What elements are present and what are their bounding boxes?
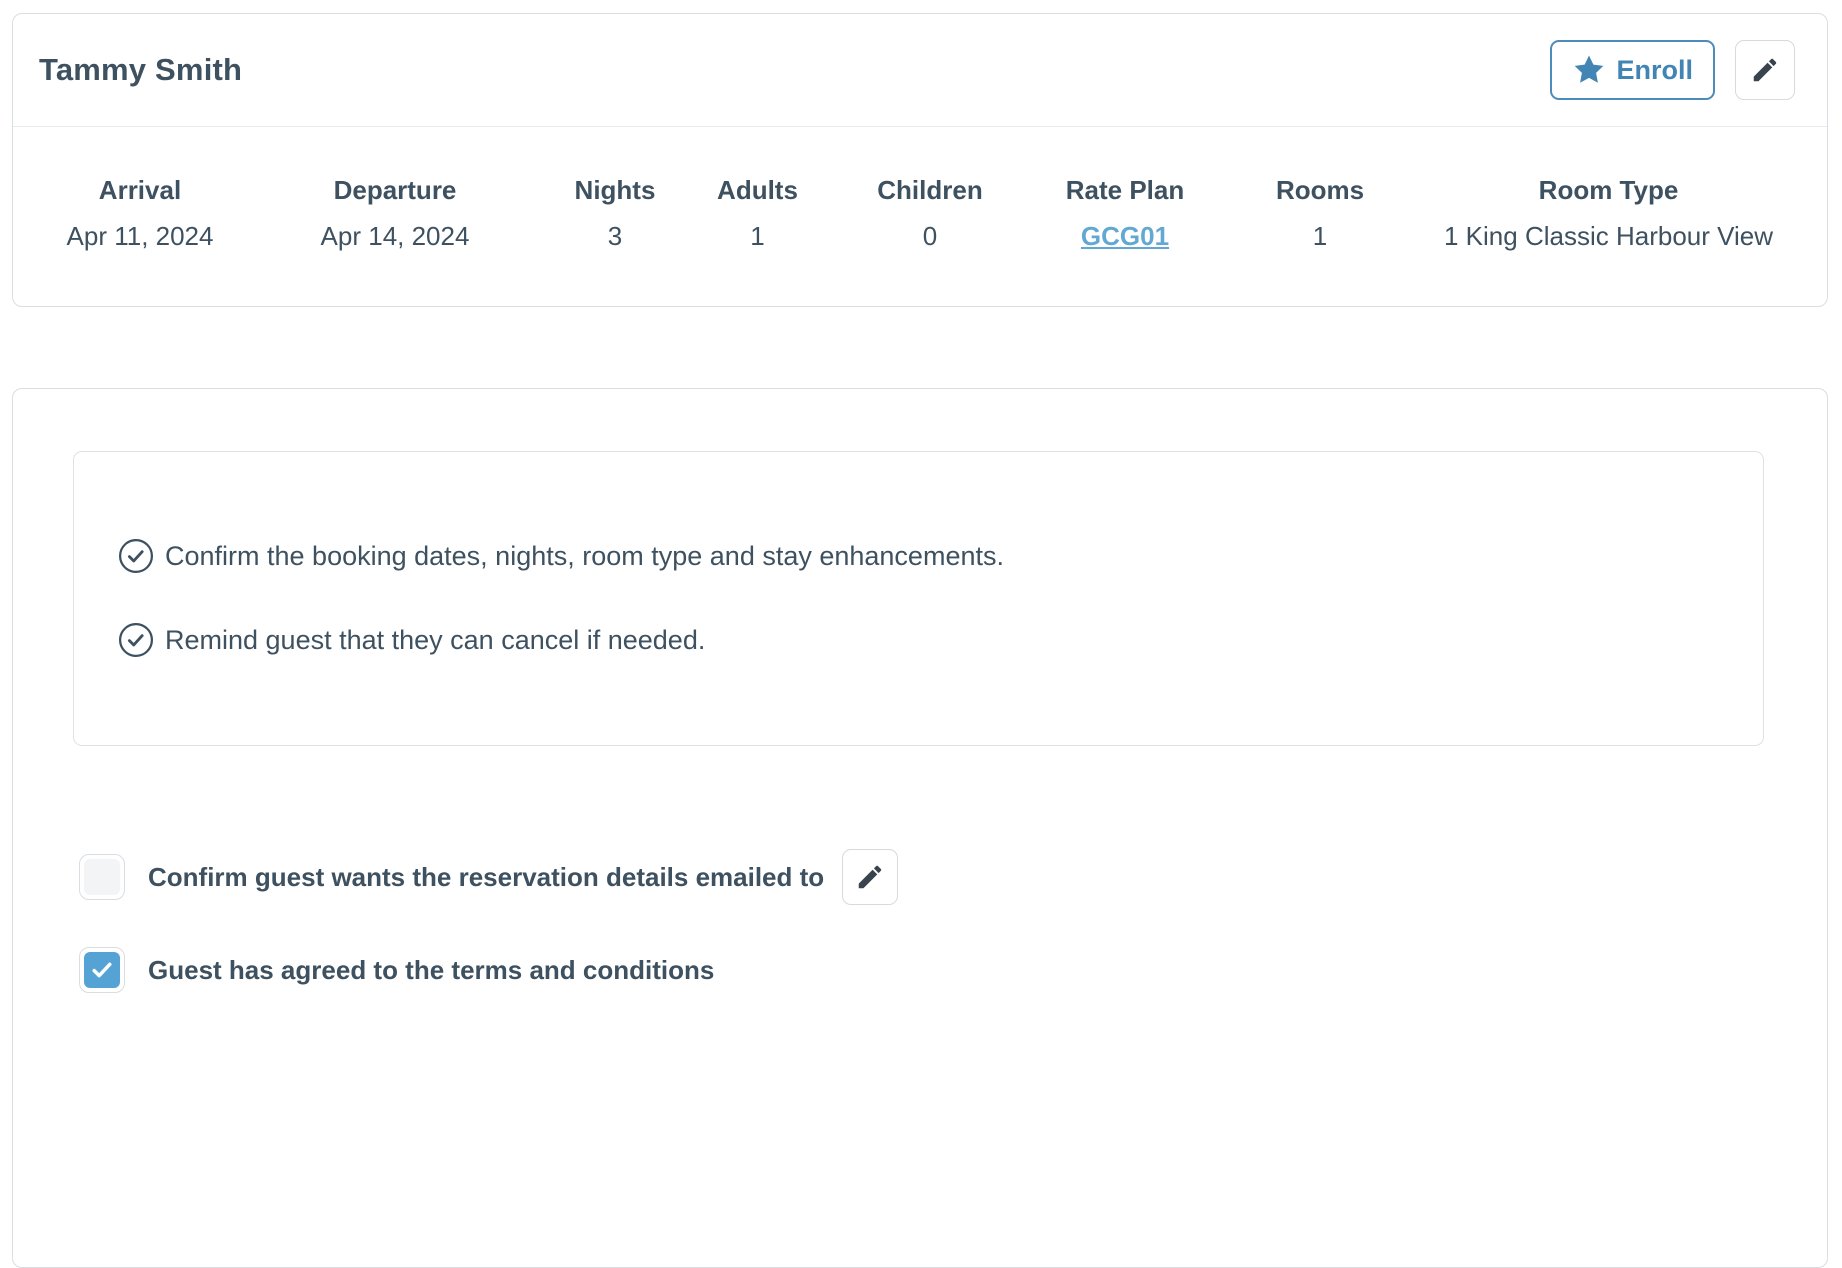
check-circle-icon — [118, 538, 154, 574]
guest-card-header: Tammy Smith Enroll — [13, 14, 1827, 127]
confirmation-card: Confirm the booking dates, nights, room … — [12, 388, 1828, 1268]
reservation-table-header: Arrival Departure Nights Adults Children… — [45, 173, 1807, 207]
terms-agreed-checkbox[interactable] — [79, 947, 125, 993]
pencil-icon — [855, 862, 885, 892]
guest-summary-card: Tammy Smith Enroll Arrival Departure Nig… — [12, 13, 1828, 307]
edit-email-button[interactable] — [842, 849, 898, 905]
room-type-value: 1 King Classic Harbour View — [1410, 219, 1807, 253]
script-item-text: Remind guest that they can cancel if nee… — [165, 625, 705, 656]
checkbox-inner — [84, 859, 120, 895]
adults-value: 1 — [675, 219, 840, 253]
arrival-value: Apr 11, 2024 — [45, 219, 235, 253]
edit-guest-button[interactable] — [1735, 40, 1795, 100]
check-icon — [89, 957, 115, 983]
terms-agreed-row: Guest has agreed to the terms and condit… — [79, 947, 1827, 993]
rooms-value: 1 — [1230, 219, 1410, 253]
column-header-departure: Departure — [235, 173, 555, 207]
pencil-icon — [1750, 55, 1780, 85]
column-header-nights: Nights — [555, 173, 675, 207]
column-header-rate-plan: Rate Plan — [1020, 173, 1230, 207]
guest-name: Tammy Smith — [39, 52, 242, 88]
column-header-rooms: Rooms — [1230, 173, 1410, 207]
reservation-table-row: Apr 11, 2024 Apr 14, 2024 3 1 0 GCG01 1 … — [45, 219, 1807, 253]
reservation-table: Arrival Departure Nights Adults Children… — [13, 127, 1827, 253]
email-confirm-label: Confirm guest wants the reservation deta… — [148, 862, 824, 893]
terms-agreed-label: Guest has agreed to the terms and condit… — [148, 955, 714, 986]
nights-value: 3 — [555, 219, 675, 253]
column-header-arrival: Arrival — [45, 173, 235, 207]
column-header-children: Children — [840, 173, 1020, 207]
script-item: Remind guest that they can cancel if nee… — [118, 622, 1723, 658]
column-header-room-type: Room Type — [1410, 173, 1807, 207]
rate-plan-link[interactable]: GCG01 — [1081, 221, 1169, 251]
column-header-adults: Adults — [675, 173, 840, 207]
star-icon — [1572, 53, 1606, 87]
checkbox-inner — [84, 952, 120, 988]
enroll-button-label: Enroll — [1616, 55, 1693, 86]
departure-value: Apr 14, 2024 — [235, 219, 555, 253]
email-confirm-row: Confirm guest wants the reservation deta… — [79, 849, 1827, 905]
enroll-button[interactable]: Enroll — [1550, 40, 1715, 100]
guest-card-actions: Enroll — [1550, 40, 1795, 100]
script-item-text: Confirm the booking dates, nights, room … — [165, 541, 1004, 572]
script-item: Confirm the booking dates, nights, room … — [118, 538, 1723, 574]
agent-script-box: Confirm the booking dates, nights, room … — [73, 451, 1764, 746]
check-circle-icon — [118, 622, 154, 658]
email-confirm-checkbox[interactable] — [79, 854, 125, 900]
children-value: 0 — [840, 219, 1020, 253]
